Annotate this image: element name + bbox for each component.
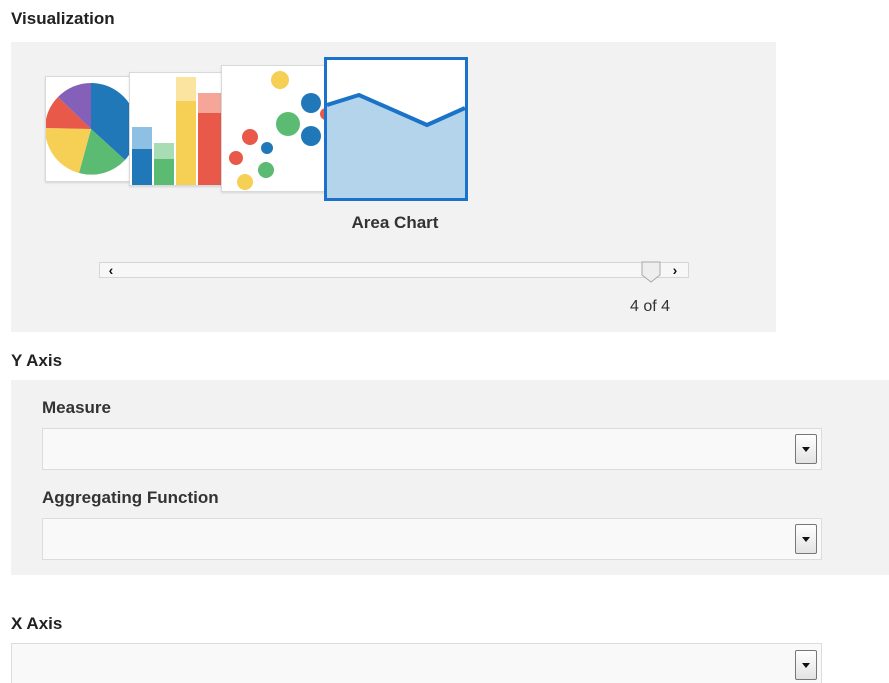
scroll-prev-button[interactable]: ‹ [102,263,120,277]
chevron-down-icon [802,537,810,542]
chevron-down-icon [802,663,810,668]
chevron-left-icon: ‹ [108,262,114,278]
visualization-heading: Visualization [11,9,115,28]
x-axis-heading: X Axis [11,614,63,633]
measure-label: Measure [42,398,111,417]
aggregating-function-label: Aggregating Function [42,488,219,507]
selected-visualization-label: Area Chart [351,213,439,232]
area-chart-icon [327,92,465,198]
bubble-chart-thumbnail[interactable] [221,65,333,192]
aggregating-function-select[interactable] [42,518,822,560]
slider-handle-icon [641,261,661,283]
scroll-next-button[interactable]: › [666,263,684,277]
area-chart-thumbnail[interactable] [324,57,468,201]
carousel-scrollbar[interactable]: ‹ › [99,261,689,283]
x-axis-dropdown-button[interactable] [795,650,817,680]
chevron-right-icon: › [672,262,678,278]
bar-chart-thumbnail[interactable] [129,72,229,186]
pie-chart-thumbnail[interactable] [45,76,137,182]
measure-select[interactable] [42,428,822,470]
scroll-thumb[interactable] [641,261,661,283]
bar-chart-icon [132,77,222,185]
y-axis-heading: Y Axis [11,351,63,370]
page-indicator: 4 of 4 [629,298,671,315]
pie-chart-icon [46,83,136,175]
x-axis-select[interactable] [11,643,822,683]
measure-dropdown-button[interactable] [795,434,817,464]
bubble-chart-icon [229,71,332,190]
aggregating-function-dropdown-button[interactable] [795,524,817,554]
chevron-down-icon [802,447,810,452]
